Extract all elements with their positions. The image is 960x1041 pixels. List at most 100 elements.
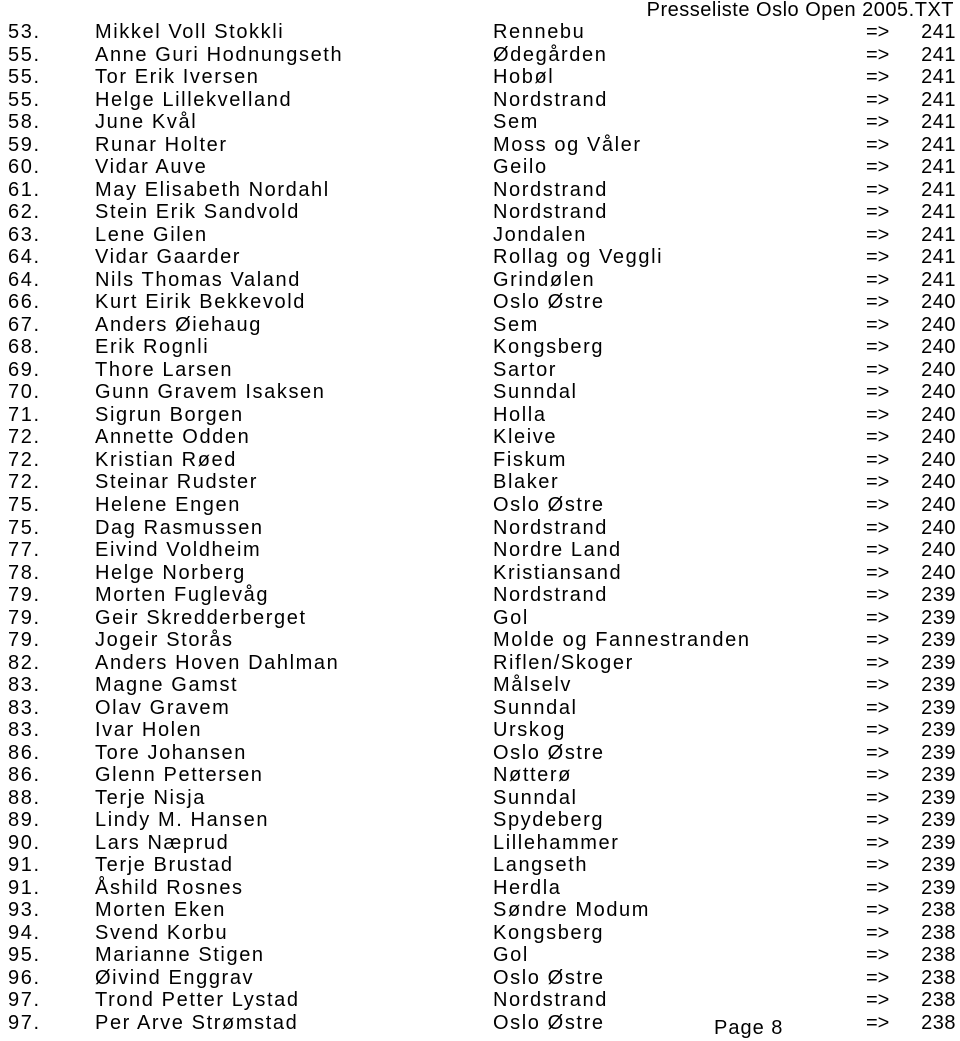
name: Anders Øiehaug <box>95 313 262 336</box>
rank: 68. <box>8 336 41 359</box>
rank: 55. <box>8 43 41 66</box>
club: Nordstrand <box>493 88 608 111</box>
rank: 83. <box>8 674 41 697</box>
result-row: 97. Per Arve Strømstad Oslo Østre => 238 <box>0 1012 960 1034</box>
club: Oslo Østre <box>493 1012 605 1034</box>
arrow-symbol: => <box>866 1012 890 1034</box>
score: 239 <box>921 809 956 832</box>
rank: 83. <box>8 719 41 742</box>
score: 241 <box>921 133 956 156</box>
result-row: 62. Stein Erik Sandvold Nordstrand => 241 <box>0 201 960 223</box>
arrow-symbol: => <box>866 223 890 246</box>
rank: 72. <box>8 426 41 449</box>
rank: 72. <box>8 448 41 471</box>
rank: 88. <box>8 786 41 809</box>
result-row: 70. Gunn Gravem Isaksen Sunndal => 240 <box>0 381 960 403</box>
name: Morten Fuglevåg <box>95 584 270 607</box>
club: Spydeberg <box>493 809 605 832</box>
arrow-symbol: => <box>866 88 890 111</box>
score: 238 <box>921 1012 956 1034</box>
rank: 61. <box>8 178 41 201</box>
rank: 89. <box>8 809 41 832</box>
result-row: 95. Marianne Stigen Gol => 238 <box>0 944 960 966</box>
club: Jondalen <box>493 223 587 246</box>
club: Moss og Våler <box>493 133 642 156</box>
club: Riflen/Skoger <box>493 651 634 674</box>
name: Helge Norberg <box>95 561 246 584</box>
arrow-symbol: => <box>866 156 890 179</box>
club: Herdla <box>493 876 562 899</box>
arrow-symbol: => <box>866 539 890 562</box>
club: Oslo Østre <box>493 741 605 764</box>
name: Vidar Auve <box>95 156 208 179</box>
club: Nordstrand <box>493 989 608 1012</box>
score: 239 <box>921 786 956 809</box>
arrow-symbol: => <box>866 944 890 967</box>
rank: 72. <box>8 471 41 494</box>
rank: 79. <box>8 629 41 652</box>
club: Hobøl <box>493 66 555 89</box>
name: Dag Rasmussen <box>95 516 264 539</box>
name: Morten Eken <box>95 899 226 922</box>
name: Svend Korbu <box>95 921 229 944</box>
result-row: 72. Steinar Rudster Blaker => 240 <box>0 471 960 493</box>
arrow-symbol: => <box>866 786 890 809</box>
rank: 66. <box>8 291 41 314</box>
rank: 75. <box>8 493 41 516</box>
rank: 86. <box>8 741 41 764</box>
result-row: 96. Øivind Enggrav Oslo Østre => 238 <box>0 967 960 989</box>
name: Terje Brustad <box>95 854 234 877</box>
arrow-symbol: => <box>866 493 890 516</box>
arrow-symbol: => <box>866 381 890 404</box>
result-row: 82. Anders Hoven Dahlman Riflen/Skoger => 23… <box>0 652 960 674</box>
result-row: 86. Glenn Pettersen Nøtterø => 239 <box>0 764 960 786</box>
name: Jogeir Storås <box>95 629 234 652</box>
name: Per Arve Strømstad <box>95 1012 299 1034</box>
score: 241 <box>921 156 956 179</box>
arrow-symbol: => <box>866 426 890 449</box>
rank: 96. <box>8 966 41 989</box>
result-row: 60. Vidar Auve Geilo => 241 <box>0 156 960 178</box>
club: Sartor <box>493 358 558 381</box>
result-row: 79. Morten Fuglevåg Nordstrand => 239 <box>0 584 960 606</box>
club: Nordstrand <box>493 516 608 539</box>
score: 239 <box>921 696 956 719</box>
score: 240 <box>921 493 956 516</box>
rank: 86. <box>8 764 41 787</box>
rank: 55. <box>8 88 41 111</box>
club: Kongsberg <box>493 336 605 359</box>
club: Gol <box>493 606 529 629</box>
rank: 95. <box>8 944 41 967</box>
name: Annette Odden <box>95 426 251 449</box>
club: Nordstrand <box>493 584 608 607</box>
rank: 64. <box>8 268 41 291</box>
rank: 97. <box>8 989 41 1012</box>
rank: 91. <box>8 876 41 899</box>
club: Søndre Modum <box>493 899 651 922</box>
result-row: 75. Helene Engen Oslo Østre => 240 <box>0 494 960 516</box>
score: 241 <box>921 21 956 43</box>
club: Grindølen <box>493 268 596 291</box>
name: Anders Hoven Dahlman <box>95 651 340 674</box>
name: Lene Gilen <box>95 223 208 246</box>
club: Urskog <box>493 719 566 742</box>
name: Ivar Holen <box>95 719 203 742</box>
arrow-symbol: => <box>866 448 890 471</box>
score: 241 <box>921 43 956 66</box>
name: Thore Larsen <box>95 358 234 381</box>
score: 240 <box>921 291 956 314</box>
rank: 94. <box>8 921 41 944</box>
result-row: 78. Helge Norberg Kristiansand => 240 <box>0 562 960 584</box>
result-row: 83. Olav Gravem Sunndal => 239 <box>0 697 960 719</box>
result-row: 83. Ivar Holen Urskog => 239 <box>0 719 960 741</box>
club: Rollag og Veggli <box>493 246 664 269</box>
result-row: 91. Åshild Rosnes Herdla => 239 <box>0 877 960 899</box>
score: 240 <box>921 448 956 471</box>
arrow-symbol: => <box>866 111 890 134</box>
result-row: 61. May Elisabeth Nordahl Nordstrand => 241 <box>0 179 960 201</box>
rank: 90. <box>8 831 41 854</box>
name: Sigrun Borgen <box>95 403 244 426</box>
rank: 70. <box>8 381 41 404</box>
score: 239 <box>921 651 956 674</box>
result-row: 88. Terje Nisja Sunndal => 239 <box>0 787 960 809</box>
